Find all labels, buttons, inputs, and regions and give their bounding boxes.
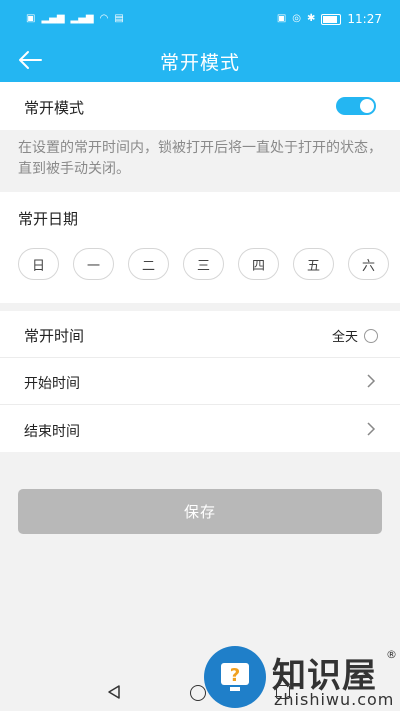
app-bar: 常开模式 bbox=[0, 38, 400, 82]
status-bar: ▣ ▂▄▆ ▂▄▆ ◠ ▤ ▣ ◎ ✱ 11:27 bbox=[0, 0, 400, 38]
day-selector: 日 一 二 三 四 五 六 bbox=[18, 248, 389, 280]
end-time-row[interactable] bbox=[0, 405, 400, 452]
save-button[interactable]: 保存 bbox=[18, 489, 382, 534]
chevron-right-icon bbox=[367, 422, 376, 436]
day-wednesday[interactable]: 三 bbox=[183, 248, 224, 280]
day-saturday[interactable]: 六 bbox=[348, 248, 389, 280]
dates-label: 常开日期 bbox=[18, 210, 79, 228]
chevron-right-icon bbox=[367, 374, 376, 388]
battery-icon bbox=[321, 13, 342, 25]
start-time-row[interactable] bbox=[0, 358, 400, 404]
data-icon: ▤ bbox=[114, 13, 124, 24]
status-right-icons: ▣ ◎ ✱ 11:27 bbox=[277, 12, 382, 26]
status-time: 11:27 bbox=[347, 12, 382, 26]
day-sunday[interactable]: 日 bbox=[18, 248, 59, 280]
watermark-registered: ® bbox=[386, 648, 397, 661]
toggle-knob bbox=[360, 99, 374, 113]
mode-description: 在设置的常开时间内，锁被打开后将一直处于打开的状态，直到被手动关闭。 bbox=[18, 140, 382, 177]
watermark-logo-icon: ? bbox=[204, 646, 266, 708]
monitor-question-icon: ? bbox=[221, 663, 249, 691]
alarm-icon: ◎ bbox=[292, 13, 302, 24]
svg-text:?: ? bbox=[230, 665, 240, 686]
wifi-icon: ◠ bbox=[99, 13, 109, 24]
day-tuesday[interactable]: 二 bbox=[128, 248, 169, 280]
mode-toggle[interactable] bbox=[336, 97, 376, 115]
nav-back-icon[interactable] bbox=[106, 684, 122, 700]
day-monday[interactable]: 一 bbox=[73, 248, 114, 280]
bluetooth-icon: ✱ bbox=[307, 13, 316, 24]
day-friday[interactable]: 五 bbox=[293, 248, 334, 280]
hd-icon: ▣ bbox=[26, 13, 36, 24]
page-title: 常开模式 bbox=[159, 52, 240, 74]
all-day-radio[interactable] bbox=[364, 328, 378, 343]
mode-row: 常开模式 bbox=[0, 82, 400, 130]
all-day-label: 全天 bbox=[331, 330, 358, 345]
nfc-icon: ▣ bbox=[276, 13, 287, 24]
signal-icon: ▂▄▆ bbox=[70, 13, 94, 24]
time-label: 常开时间 bbox=[24, 327, 85, 345]
watermark: ? 知识屋 ® zhishiwu.com bbox=[200, 646, 400, 711]
all-day-option[interactable]: 全天 bbox=[332, 326, 378, 345]
day-thursday[interactable]: 四 bbox=[238, 248, 279, 280]
status-left-icons: ▣ ▂▄▆ ▂▄▆ ◠ ▤ bbox=[26, 12, 124, 26]
signal-icon: ▂▄▆ bbox=[41, 13, 65, 24]
watermark-url: zhishiwu.com bbox=[274, 690, 395, 709]
mode-label: 常开模式 bbox=[24, 99, 85, 117]
